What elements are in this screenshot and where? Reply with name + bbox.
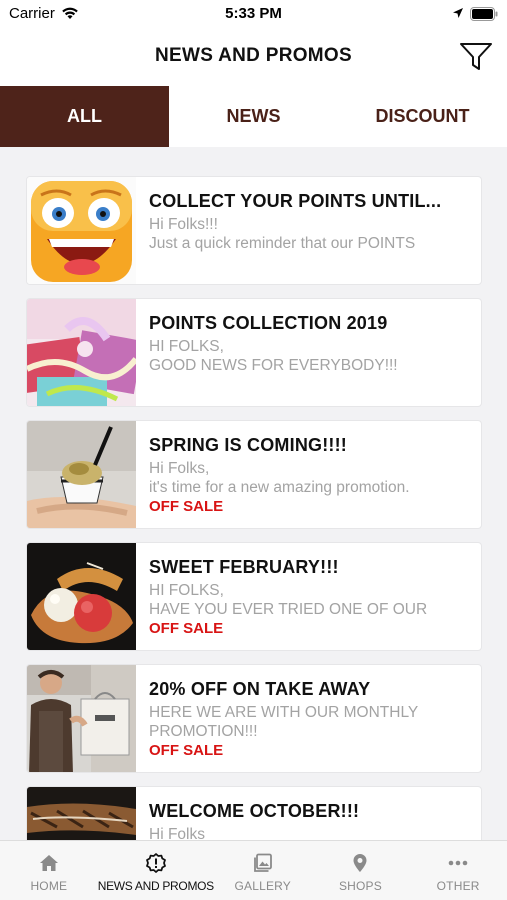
category-tabs: ALL NEWS DISCOUNT (0, 86, 507, 147)
more-dots-icon (448, 860, 468, 866)
tabbar-item-news-and-promos[interactable]: NEWS AND PROMOS (98, 841, 214, 900)
news-excerpt-line: HI FOLKS, (149, 338, 224, 355)
news-thumbnail (27, 543, 136, 650)
home-icon (39, 855, 58, 871)
news-thumbnail (27, 421, 136, 528)
news-excerpt-line: PROMOTION!!! (149, 723, 258, 740)
news-title: SWEET FEBRUARY!!! (149, 557, 339, 577)
tabbar-label: HOME (30, 879, 68, 893)
app-header: NEWS AND PROMOS (0, 30, 507, 86)
status-time: 5:33 PM (225, 5, 282, 22)
status-bar: Carrier 5:33 PM (0, 0, 507, 30)
news-card[interactable]: SPRING IS COMING!!!! Hi Folks, it's time… (26, 420, 482, 529)
news-excerpt-line: HERE WE ARE WITH OUR MONTHLY (149, 704, 419, 721)
news-excerpt-line: Hi Folks, (149, 460, 210, 477)
sale-badge: OFF SALE (149, 620, 224, 637)
news-card-body: SPRING IS COMING!!!! Hi Folks, it's time… (149, 435, 471, 515)
tab-all[interactable]: ALL (0, 86, 169, 147)
location-pin-icon (353, 854, 367, 872)
news-title: SPRING IS COMING!!!! (149, 435, 347, 455)
news-title: POINTS COLLECTION 2019 (149, 313, 388, 333)
tabbar-label: OTHER (436, 879, 480, 893)
battery-icon (470, 7, 498, 21)
tabbar-item-home[interactable]: HOME (0, 841, 98, 900)
tab-discount[interactable]: DISCOUNT (338, 86, 507, 147)
sale-badge: OFF SALE (149, 742, 224, 759)
news-card-body: SWEET FEBRUARY!!! HI FOLKS, HAVE YOU EVE… (149, 557, 471, 637)
news-title: 20% OFF ON TAKE AWAY (149, 679, 371, 699)
tabbar-item-gallery[interactable]: GALLERY (214, 841, 312, 900)
tabbar-label: SHOPS (338, 879, 382, 893)
tabbar-item-other[interactable]: OTHER (409, 841, 507, 900)
gallery-icon (253, 853, 272, 872)
news-card-body: COLLECT YOUR POINTS UNTIL... Hi Folks!!!… (149, 191, 471, 253)
news-excerpt-line: GOOD NEWS FOR EVERYBODY!!! (149, 357, 398, 374)
bottom-tab-bar: HOME NEWS AND PROMOS GALLERY SHOPS OTHER (0, 840, 507, 900)
news-thumbnail (27, 787, 136, 840)
funnel-icon (460, 43, 492, 70)
news-excerpt-line: HAVE YOU EVER TRIED ONE OF OUR (149, 601, 428, 618)
news-excerpt-line: Just a quick reminder that our POINTS (149, 235, 416, 252)
news-list: COLLECT YOUR POINTS UNTIL... Hi Folks!!!… (0, 147, 507, 840)
tabbar-label: NEWS AND PROMOS (97, 879, 214, 893)
news-thumbnail (27, 299, 136, 406)
tabbar-label: GALLERY (234, 879, 292, 893)
news-card-body: 20% OFF ON TAKE AWAY HERE WE ARE WITH OU… (149, 679, 471, 759)
news-card[interactable]: COLLECT YOUR POINTS UNTIL... Hi Folks!!!… (26, 176, 482, 285)
news-excerpt-line: HI FOLKS, (149, 582, 224, 599)
news-thumbnail (27, 665, 136, 772)
news-card-body: POINTS COLLECTION 2019 HI FOLKS, GOOD NE… (149, 313, 471, 375)
filter-button[interactable] (456, 39, 496, 75)
news-card[interactable]: WELCOME OCTOBER!!! Hi Folks (26, 786, 482, 840)
news-excerpt-line: Hi Folks!!! (149, 216, 218, 233)
news-title: COLLECT YOUR POINTS UNTIL... (149, 191, 442, 211)
news-excerpt-line: it's time for a new amazing promotion. (149, 479, 410, 496)
news-card[interactable]: SWEET FEBRUARY!!! HI FOLKS, HAVE YOU EVE… (26, 542, 482, 651)
tabbar-item-shops[interactable]: SHOPS (312, 841, 410, 900)
sale-badge: OFF SALE (149, 498, 224, 515)
alert-badge-icon (145, 853, 166, 873)
page-title: NEWS AND PROMOS (155, 45, 352, 66)
news-thumbnail (27, 177, 136, 284)
news-card-body: WELCOME OCTOBER!!! Hi Folks (149, 801, 471, 840)
news-title: WELCOME OCTOBER!!! (149, 801, 360, 821)
news-card[interactable]: 20% OFF ON TAKE AWAY HERE WE ARE WITH OU… (26, 664, 482, 773)
location-arrow-icon (453, 8, 463, 18)
tab-news[interactable]: NEWS (169, 86, 338, 147)
news-card[interactable]: POINTS COLLECTION 2019 HI FOLKS, GOOD NE… (26, 298, 482, 407)
news-excerpt-line: Hi Folks (149, 826, 205, 840)
